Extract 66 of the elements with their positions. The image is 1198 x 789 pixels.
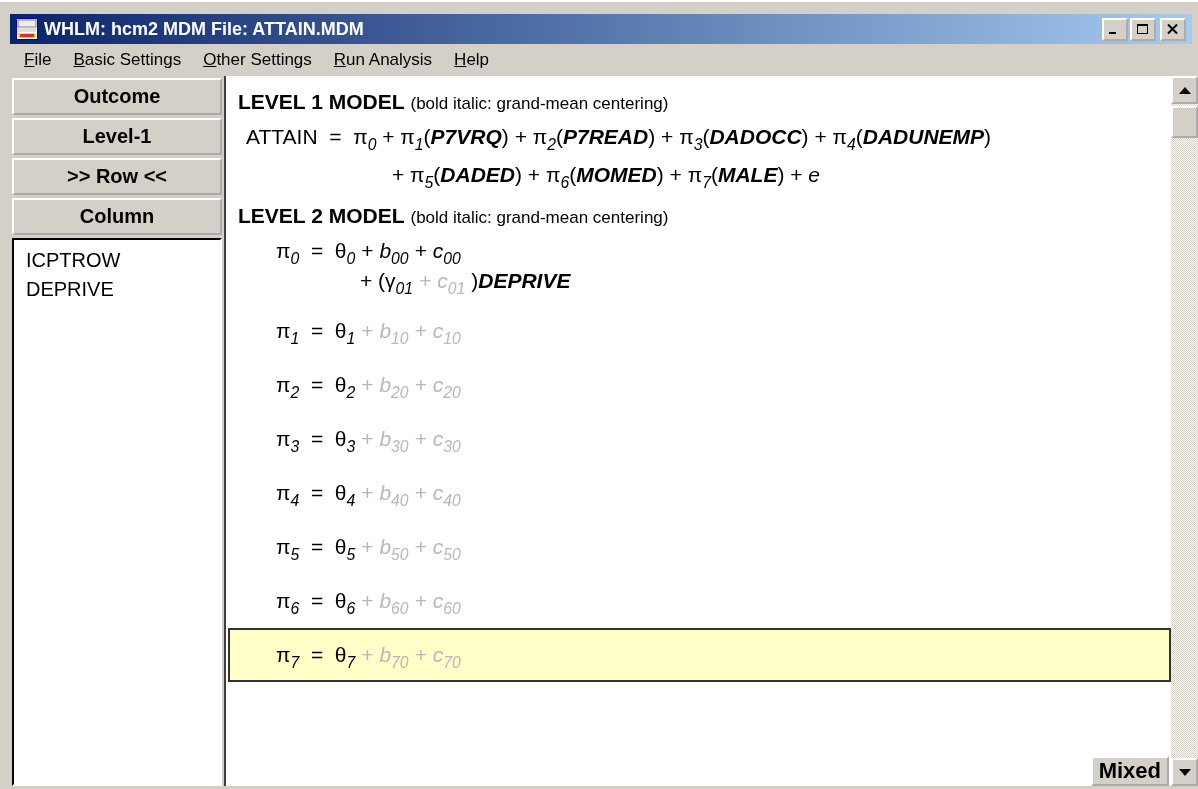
equation-row[interactable]: π$_{7}$ = θ$_{7}$ + b$_{70}$ + c$_{70}$ — [228, 628, 1171, 682]
close-icon — [1166, 22, 1180, 36]
equation: ATTAIN = π$_{0}$ + π$_{1}$(P7VRQ) + π$_{2}$(P7READ) + π$_{3}$(DADOCC) + π$_{4}$(DADUNEMP) — [245, 124, 993, 155]
section-heading: LEVEL 2 MODEL — [238, 204, 405, 228]
sidebar-button[interactable]: Outcome — [12, 78, 222, 115]
equation-row[interactable]: π$_{4}$ = θ$_{4}$ + b$_{40}$ + c$_{40}$ — [228, 466, 1171, 520]
minimize-icon — [1109, 32, 1116, 34]
equation-term: + b$_{40}$ — [361, 480, 409, 508]
equation-term: + c$_{01}$ — [419, 268, 466, 296]
equation-term: + c$_{60}$ — [414, 588, 461, 616]
variable-item[interactable]: ICPTROW — [26, 246, 208, 275]
equation-row[interactable]: π$_{2}$ = θ$_{2}$ + b$_{20}$ + c$_{20}$ — [228, 358, 1171, 412]
equation-row[interactable]: π$_{0}$ = θ$_{0}$ + b$_{00}$ + c$_{00}$ + (γ$_{01}$ + c$_{01}$ )DEPRIVE — [228, 234, 1171, 304]
equation-term: + c$_{70}$ — [414, 642, 461, 670]
menu-item[interactable]: Help — [444, 50, 502, 70]
menu-item[interactable]: Run Analysis — [323, 50, 445, 70]
up-arrow-icon — [1178, 86, 1191, 94]
heading-note: (bold italic: grand-mean centering) — [410, 208, 669, 228]
equation-term: + b$_{60}$ — [361, 588, 409, 616]
equation-term: + b$_{70}$ — [361, 642, 409, 670]
variable-item[interactable]: DEPRIVE — [26, 275, 208, 304]
equation-term: + c$_{10}$ — [414, 318, 461, 346]
scrollbar-thumb[interactable] — [1171, 106, 1198, 138]
window-title: WHLM: hcm2 MDM File: ATTAIN.MDM — [44, 18, 365, 40]
equation-term: + b$_{10}$ — [361, 318, 409, 346]
equation-row[interactable]: π$_{1}$ = θ$_{1}$ + b$_{10}$ + c$_{10}$ — [228, 304, 1171, 358]
equation-row[interactable]: π$_{6}$ = θ$_{6}$ + b$_{60}$ + c$_{60}$ — [228, 574, 1171, 628]
mode-button[interactable]: Mixed — [1090, 756, 1169, 786]
maximize-icon — [1136, 22, 1150, 36]
equation-term: π$_{7}$ = θ$_{7}$ — [276, 642, 356, 670]
equation-term: + b$_{30}$ — [361, 426, 409, 454]
equation-term: π$_{3}$ = θ$_{3}$ — [276, 426, 356, 454]
menu-item[interactable]: File — [14, 50, 64, 70]
scroll-up-button[interactable] — [1171, 76, 1198, 104]
equation-term: + b$_{00}$ — [361, 238, 409, 266]
menu-item[interactable]: Other Settings — [193, 50, 324, 70]
equation-term: π$_{1}$ = θ$_{1}$ — [276, 318, 356, 346]
scroll-down-button[interactable] — [1171, 758, 1198, 786]
minimize-button[interactable] — [1102, 17, 1128, 41]
equation-term: + b$_{20}$ — [361, 372, 409, 400]
equation-term: + c$_{30}$ — [414, 426, 461, 454]
equation-row[interactable]: π$_{3}$ = θ$_{3}$ + b$_{30}$ + c$_{30}$ — [228, 412, 1171, 466]
maximize-button[interactable] — [1130, 17, 1156, 41]
app-icon — [16, 18, 38, 40]
equation-term: π$_{0}$ = θ$_{0}$ — [276, 238, 356, 266]
equation-term: + c$_{00}$ — [414, 238, 461, 266]
menu-item[interactable]: Basic Settings — [63, 50, 194, 70]
equation-term: π$_{5}$ = θ$_{5}$ — [276, 534, 356, 562]
sidebar-button[interactable]: Level-1 — [12, 118, 222, 155]
equation-term: + b$_{50}$ — [361, 534, 409, 562]
down-arrow-icon — [1178, 768, 1191, 776]
sidebar-button[interactable]: >> Row << — [12, 158, 222, 195]
equation-term: π$_{6}$ = θ$_{6}$ — [276, 588, 356, 616]
equation-term: π$_{2}$ = θ$_{2}$ — [276, 372, 356, 400]
section-heading: LEVEL 1 MODEL — [238, 90, 405, 114]
close-button[interactable] — [1160, 17, 1186, 41]
equation-term: + c$_{20}$ — [414, 372, 461, 400]
equation-term: + c$_{40}$ — [414, 480, 461, 508]
heading-note: (bold italic: grand-mean centering) — [410, 94, 669, 114]
equation-row[interactable]: π$_{5}$ = θ$_{5}$ + b$_{50}$ + c$_{50}$ — [228, 520, 1171, 574]
equation: + π$_{5}$(DADED) + π$_{6}$(MOMED) + π$_{7}$(MALE) + e — [391, 162, 822, 193]
equation-term: )DEPRIVE — [471, 268, 571, 294]
sidebar-button[interactable]: Column — [12, 198, 222, 235]
equation-term: + c$_{50}$ — [414, 534, 461, 562]
equation-term: π$_{4}$ = θ$_{4}$ — [276, 480, 356, 508]
equation-term: + (γ$_{01}$ — [360, 268, 414, 296]
